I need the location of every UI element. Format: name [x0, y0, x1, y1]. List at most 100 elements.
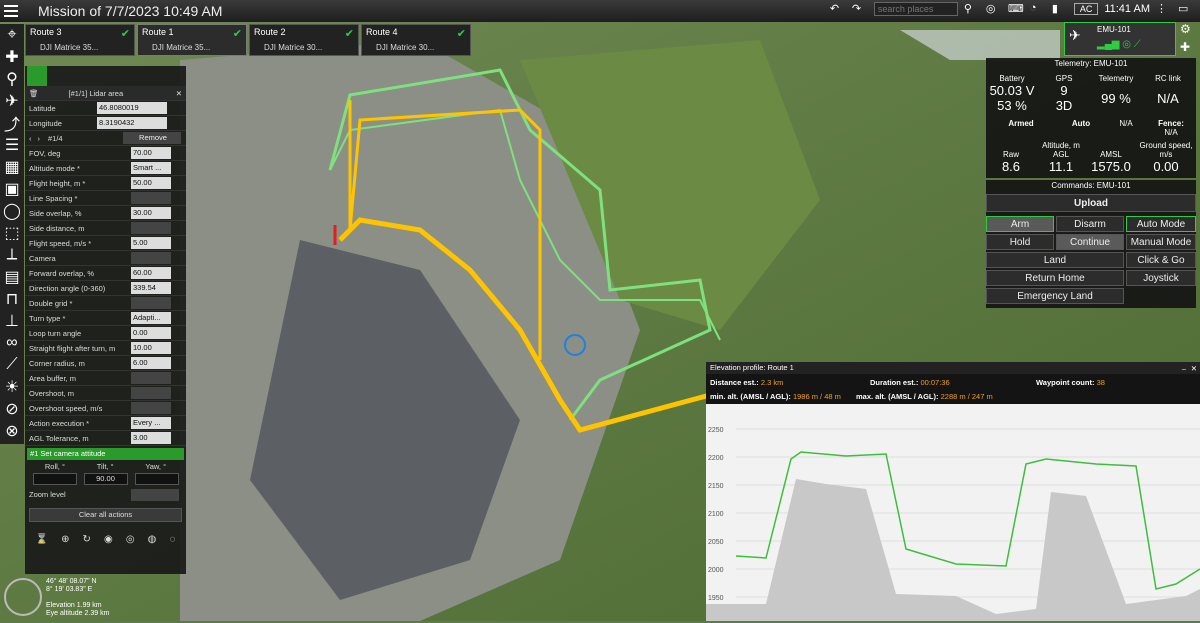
- battery-label: Battery: [999, 74, 1025, 83]
- tilt-input[interactable]: 90.00: [83, 473, 128, 485]
- route-tab-3[interactable]: Route 3 DJI Matrice 35... ✔: [25, 24, 135, 56]
- search-input[interactable]: [873, 2, 958, 16]
- bridge-icon[interactable]: ⊓: [0, 288, 24, 310]
- emergency-land-button[interactable]: Emergency Land: [986, 288, 1124, 304]
- route-tab-2[interactable]: Route 2 DJI Matrice 30... ✔: [249, 24, 359, 56]
- param-value[interactable]: [131, 297, 171, 309]
- param-label: Flight height, m *: [29, 178, 86, 188]
- param-value[interactable]: [131, 222, 171, 234]
- param-value[interactable]: [131, 387, 171, 399]
- camera-stop-icon[interactable]: ◌: [169, 534, 175, 545]
- click-go-button[interactable]: Click & Go: [1126, 252, 1196, 268]
- redo-icon[interactable]: ↷: [852, 2, 868, 16]
- auto-mode-button[interactable]: Auto Mode: [1126, 216, 1196, 232]
- pin-icon[interactable]: ⚲: [964, 2, 980, 16]
- param-value[interactable]: [131, 372, 171, 384]
- chart-icon[interactable]: ▤: [0, 266, 24, 288]
- param-value[interactable]: 30.00: [131, 207, 171, 219]
- param-value[interactable]: [131, 192, 171, 204]
- keyboard-icon[interactable]: ⌨: [1008, 2, 1024, 16]
- grid-icon[interactable]: ▦: [0, 156, 24, 178]
- param-value[interactable]: 3.00: [131, 432, 171, 444]
- latitude-input[interactable]: 46.8080019: [97, 102, 167, 114]
- close-icon[interactable]: ✕: [176, 89, 182, 98]
- settings-icon[interactable]: ⚙: [1180, 22, 1191, 36]
- continue-button[interactable]: Continue: [1056, 234, 1124, 250]
- route-tab-1[interactable]: Route 1 DJI Matrice 35... ✔: [137, 24, 247, 56]
- clear-actions-button[interactable]: Clear all actions: [29, 508, 182, 522]
- camera-icon[interactable]: ◉: [104, 534, 113, 545]
- globe-icon[interactable]: ◎: [986, 2, 1002, 16]
- param-row: Forward overlap, % 60.00: [25, 266, 186, 281]
- vehicle-chip[interactable]: ✈ EMU-101 ▂▄▆ ◎ ⟋: [1064, 22, 1176, 56]
- param-value[interactable]: Smart ...: [131, 162, 171, 174]
- arm-button[interactable]: Arm: [986, 216, 1054, 232]
- route-tab-4[interactable]: Route 4 DJI Matrice 30... ✔: [361, 24, 471, 56]
- add-icon[interactable]: ✚: [0, 46, 24, 68]
- circle-icon[interactable]: ◯: [0, 200, 24, 222]
- param-value[interactable]: 50.00: [131, 177, 171, 189]
- param-value[interactable]: 0.00: [131, 327, 171, 339]
- yaw-input[interactable]: [134, 473, 179, 485]
- panel-tab-icon[interactable]: [27, 66, 47, 86]
- stop-icon[interactable]: ⊗: [0, 420, 24, 442]
- polygon-icon[interactable]: ⬚: [0, 222, 24, 244]
- delete-icon[interactable]: 🗑: [29, 89, 39, 98]
- param-value[interactable]: 6.00: [131, 357, 171, 369]
- window-icon[interactable]: ▭: [1178, 2, 1194, 16]
- param-value[interactable]: 5.00: [131, 237, 171, 249]
- param-value[interactable]: Adapti...: [131, 312, 171, 324]
- waypoint-icon[interactable]: ⌖: [0, 24, 24, 46]
- param-label: Double grid *: [29, 298, 73, 308]
- longitude-label: Longitude: [29, 118, 62, 128]
- disarm-button[interactable]: Disarm: [1056, 216, 1124, 232]
- path-icon[interactable]: ⤴: [0, 112, 24, 134]
- ruler-icon[interactable]: ⟋: [0, 354, 24, 376]
- param-value[interactable]: 10.00: [131, 342, 171, 354]
- tower-icon[interactable]: ⊥: [0, 310, 24, 332]
- param-value[interactable]: 60.00: [131, 267, 171, 279]
- measure-icon[interactable]: ⟂: [0, 244, 24, 266]
- more-icon[interactable]: ⋮: [1156, 2, 1172, 16]
- clock-time: 11:41 AM: [1104, 3, 1150, 15]
- param-value[interactable]: [131, 402, 171, 414]
- param-value[interactable]: 70.00: [131, 147, 171, 159]
- elevation-chart[interactable]: 2250 2200 2150 2100 2050 2000 1950: [706, 404, 1200, 621]
- speedometer-icon[interactable]: ◔: [1030, 2, 1046, 16]
- telemetry-title: Telemetry: EMU-101: [1054, 59, 1128, 68]
- param-value[interactable]: [131, 252, 171, 264]
- rotate-icon[interactable]: ↻: [83, 534, 91, 545]
- drone-icon[interactable]: ✈: [0, 90, 24, 112]
- remove-button[interactable]: Remove: [123, 132, 181, 144]
- link-icon[interactable]: ∞: [0, 332, 24, 354]
- y-tick-label: 2000: [708, 567, 724, 574]
- prev-icon[interactable]: ‹: [29, 134, 32, 143]
- rc-value: N/A: [1157, 91, 1179, 106]
- next-icon[interactable]: ›: [38, 134, 41, 143]
- upload-button[interactable]: Upload: [986, 194, 1196, 212]
- location-icon[interactable]: ⚲: [0, 68, 24, 90]
- zoom-input[interactable]: [131, 488, 179, 501]
- param-value[interactable]: 339.54: [131, 282, 171, 294]
- lidar-tool-icon[interactable]: ▣: [0, 178, 24, 200]
- param-value[interactable]: Every ...: [131, 417, 171, 429]
- camera-timer-icon[interactable]: ◎: [126, 534, 135, 545]
- target-icon[interactable]: ⊕: [61, 534, 69, 545]
- manual-mode-button[interactable]: Manual Mode: [1126, 234, 1196, 250]
- undo-icon[interactable]: ↶: [830, 2, 846, 16]
- hold-button[interactable]: Hold: [986, 234, 1054, 250]
- list-icon[interactable]: ☰: [0, 134, 24, 156]
- hourglass-icon[interactable]: ⌛: [36, 534, 48, 545]
- compass-icon[interactable]: [4, 578, 42, 616]
- camera-dist-icon[interactable]: ◍: [148, 534, 157, 545]
- add-vehicle-icon[interactable]: ✚: [1180, 40, 1190, 54]
- fence-value: N/A: [1164, 128, 1178, 137]
- ban-icon[interactable]: ⊘: [0, 398, 24, 420]
- roll-input[interactable]: [32, 473, 77, 485]
- menu-icon[interactable]: [0, 0, 22, 22]
- return-home-button[interactable]: Return Home: [986, 270, 1124, 286]
- joystick-button[interactable]: Joystick: [1126, 270, 1196, 286]
- sun-icon[interactable]: ☀: [0, 376, 24, 398]
- land-button[interactable]: Land: [986, 252, 1124, 268]
- longitude-input[interactable]: 8.3190432: [97, 117, 167, 129]
